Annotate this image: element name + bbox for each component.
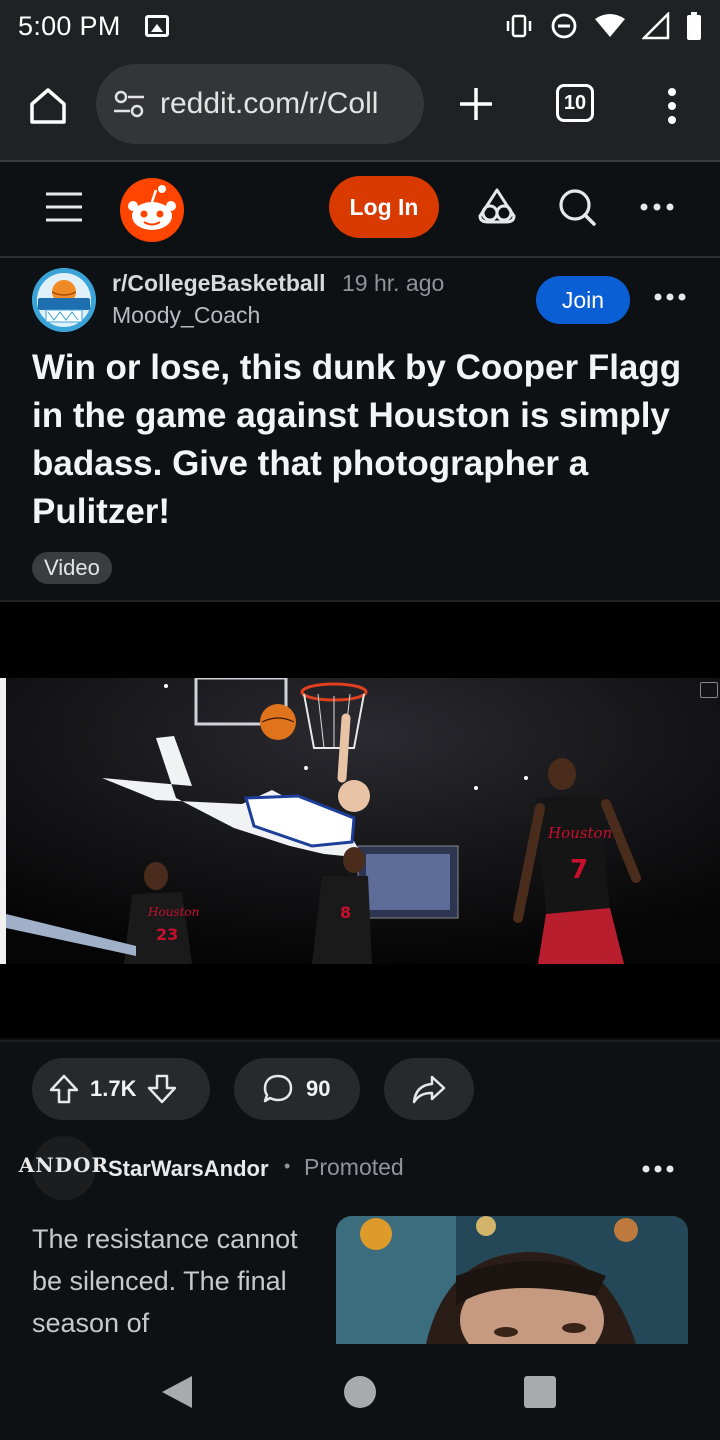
vibrate-icon xyxy=(506,14,532,38)
more-horiz-icon[interactable] xyxy=(636,186,678,228)
subreddit-name[interactable]: r/CollegeBasketball xyxy=(112,270,325,297)
status-icons xyxy=(504,12,702,40)
divider xyxy=(0,256,720,258)
browser-toolbar: reddit.com/r/Coll 10 xyxy=(0,52,720,160)
share-icon xyxy=(412,1075,446,1104)
promoted-text[interactable]: The resistance cannot be silenced. The f… xyxy=(32,1218,302,1344)
post-author[interactable]: Moody_Coach xyxy=(112,302,260,329)
share-button[interactable] xyxy=(384,1058,474,1120)
post-flair[interactable]: Video xyxy=(32,552,112,584)
video-player[interactable]: Houston 23 8 Houston 7 xyxy=(0,602,720,1038)
reddit-logo[interactable] xyxy=(118,176,186,244)
advertiser-avatar[interactable]: ANDOR xyxy=(19,1136,108,1200)
promoted-label: Promoted xyxy=(304,1154,404,1180)
site-settings-icon[interactable] xyxy=(112,89,146,119)
upvote-icon[interactable] xyxy=(48,1073,80,1105)
separator-dot: • xyxy=(284,1156,291,1176)
more-vert-icon[interactable] xyxy=(662,86,682,126)
comment-count: 90 xyxy=(306,1076,331,1101)
svg-text:23: 23 xyxy=(156,925,178,944)
promo-overflow-icon[interactable] xyxy=(640,1162,676,1176)
svg-text:Houston: Houston xyxy=(547,824,612,842)
post-timestamp: 19 hr. ago xyxy=(342,270,445,296)
tab-switcher-icon[interactable]: 10 xyxy=(556,84,594,122)
recents-icon[interactable] xyxy=(524,1376,556,1408)
home-nav-icon[interactable] xyxy=(344,1376,376,1408)
communities-icon[interactable] xyxy=(476,186,518,228)
dunk-photo[interactable]: Houston 23 8 Houston 7 xyxy=(6,678,720,964)
menu-icon[interactable] xyxy=(44,190,84,224)
advertiser-name[interactable]: StarWarsAndor xyxy=(108,1156,269,1182)
signal-icon xyxy=(642,12,670,40)
advertiser-logo: ANDOR xyxy=(18,1153,110,1177)
image-badge-icon xyxy=(700,682,718,698)
post-meta: r/CollegeBasketball 19 hr. ago Moody_Coa… xyxy=(0,262,720,342)
svg-text:7: 7 xyxy=(570,855,588,885)
vote-bar: 1.7K xyxy=(32,1058,210,1120)
login-button[interactable]: Log In xyxy=(329,176,439,238)
do-not-disturb-icon xyxy=(551,13,577,39)
address-bar[interactable]: reddit.com/r/Coll xyxy=(96,64,424,144)
subreddit-avatar[interactable] xyxy=(32,268,96,332)
reddit-header: Log In xyxy=(0,162,720,256)
back-icon[interactable] xyxy=(160,1374,194,1410)
status-bar: 5:00 PM xyxy=(0,0,720,52)
join-button[interactable]: Join xyxy=(536,276,630,324)
battery-icon xyxy=(687,12,701,40)
advertiser-logo-sub xyxy=(63,1175,65,1181)
image-notification-icon xyxy=(144,15,169,37)
new-tab-icon[interactable] xyxy=(456,84,496,124)
promoted-post[interactable]: ANDOR StarWarsAndor • Promoted The resis… xyxy=(0,1134,720,1344)
post-overflow-icon[interactable] xyxy=(652,290,688,304)
svg-text:8: 8 xyxy=(340,903,351,922)
promoted-image[interactable] xyxy=(336,1216,688,1344)
home-icon[interactable] xyxy=(26,84,70,128)
comments-button[interactable]: 90 xyxy=(234,1058,360,1120)
status-time: 5:00 PM xyxy=(18,10,121,41)
upvote-count: 1.7K xyxy=(90,1076,137,1101)
system-nav-bar xyxy=(0,1344,720,1440)
comment-icon xyxy=(263,1074,293,1103)
post-actions: 1.7K 90 xyxy=(0,1040,720,1132)
wifi-icon xyxy=(595,14,625,37)
svg-text:Houston: Houston xyxy=(147,905,199,919)
downvote-icon[interactable] xyxy=(146,1073,178,1105)
post-title[interactable]: Win or lose, this dunk by Cooper Flagg i… xyxy=(32,344,692,536)
url-text: reddit.com/r/Coll xyxy=(160,87,379,120)
search-icon[interactable] xyxy=(556,186,598,228)
